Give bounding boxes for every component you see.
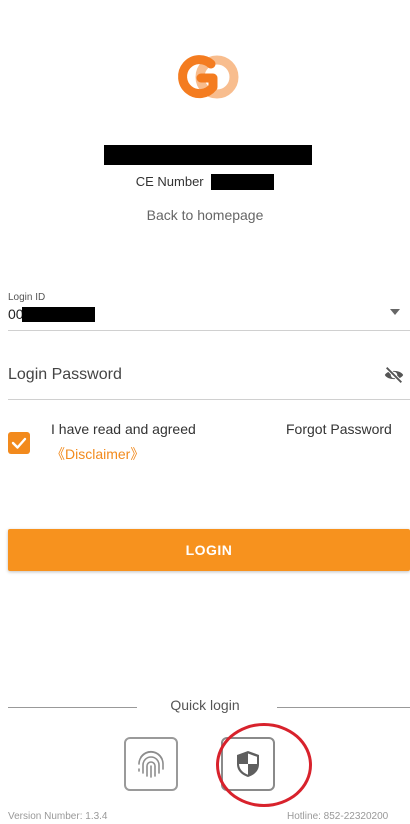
quick-login-label: Quick login <box>170 697 240 713</box>
redacted-company-name <box>104 145 312 165</box>
fingerprint-icon <box>138 750 164 778</box>
login-id-underline <box>8 330 410 331</box>
fingerprint-login-button[interactable] <box>124 737 178 791</box>
agree-checkbox[interactable] <box>8 432 30 454</box>
checkmark-icon <box>11 437 27 449</box>
forgot-password-link[interactable]: Forgot Password <box>286 421 392 437</box>
redacted-login-id <box>22 307 95 322</box>
eye-slash-icon[interactable] <box>383 364 405 386</box>
version-number: Version Number: 1.3.4 <box>8 811 108 822</box>
app-logo-icon <box>178 55 239 99</box>
hotline: Hotline: 852-22320200 <box>287 811 389 822</box>
redacted-ce-number <box>211 173 275 190</box>
ce-number-row: CE Number <box>0 173 410 190</box>
disclaimer-link[interactable]: 《Disclaimer》 <box>51 444 144 464</box>
agree-text: I have read and agreed <box>51 421 196 437</box>
password-underline <box>8 399 410 400</box>
chevron-down-icon[interactable] <box>390 309 400 315</box>
login-button[interactable]: LOGIN <box>8 529 410 571</box>
divider-right <box>277 707 410 708</box>
back-to-homepage-link[interactable]: Back to homepage <box>0 207 410 223</box>
login-id-label: Login ID <box>8 292 46 303</box>
ce-number-label: CE Number <box>135 174 204 190</box>
annotation-circle <box>216 723 312 807</box>
password-input[interactable] <box>8 362 368 388</box>
